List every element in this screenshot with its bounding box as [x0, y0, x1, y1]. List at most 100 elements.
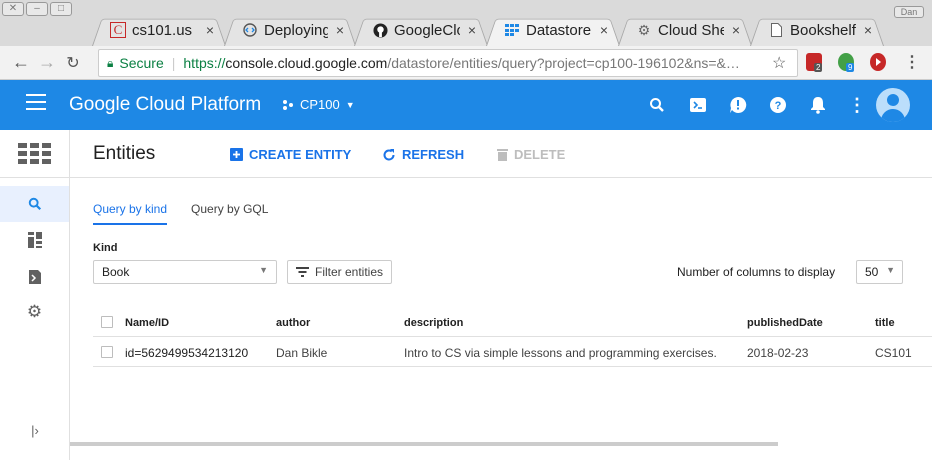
c-favicon-icon: C: [110, 22, 126, 38]
column-header-title[interactable]: title: [875, 317, 895, 329]
refresh-icon: [383, 148, 395, 160]
ext-badge: 2: [814, 63, 823, 72]
browser-tab-datastore[interactable]: Datastore ×: [486, 14, 620, 46]
play-extension-icon[interactable]: [870, 53, 886, 71]
nav-entities-search-icon[interactable]: [0, 186, 69, 222]
datastore-product-icon[interactable]: [0, 130, 69, 178]
table-row[interactable]: id=5629499534213120 Dan Bikle Intro to C…: [93, 337, 932, 367]
trash-icon: [497, 149, 508, 161]
left-nav: ⚙ |›: [0, 130, 70, 460]
page-header: Entities CREATE ENTITY REFRESH DELETE: [70, 130, 932, 178]
avatar[interactable]: [876, 88, 910, 122]
page-title: Entities: [93, 143, 156, 164]
column-header-name-id[interactable]: Name/ID: [125, 317, 169, 329]
tab-close-icon[interactable]: ×: [600, 22, 608, 38]
browser-toolbar: ← → ↻ 🔒︎ Secure | https:// console.cloud…: [0, 46, 932, 80]
kind-label: Kind: [93, 242, 118, 254]
help-icon[interactable]: ?: [768, 95, 788, 115]
bookmark-star-icon[interactable]: ☆: [772, 53, 786, 73]
tab-label: cs101.us: [132, 21, 193, 39]
create-entity-button[interactable]: CREATE ENTITY: [230, 147, 351, 162]
hamburger-menu-icon[interactable]: [26, 94, 46, 115]
tab-close-icon[interactable]: ×: [732, 22, 740, 38]
tab-close-icon[interactable]: ×: [336, 22, 344, 38]
project-selector[interactable]: CP100 ▼: [282, 97, 355, 112]
cell-title: CS101: [875, 346, 912, 360]
window-minimize-button[interactable]: –: [26, 2, 48, 16]
filter-icon: [296, 267, 309, 277]
table-header-row: Name/ID author description publishedDate…: [93, 307, 932, 337]
green-extension-icon[interactable]: 9: [838, 53, 855, 72]
cell-description: Intro to CS via simple lessons and progr…: [404, 346, 717, 360]
cell-name-id[interactable]: id=5629499534213120: [125, 346, 248, 360]
browser-tab-cloud-shell[interactable]: ⚙ Cloud She ×: [618, 14, 752, 46]
nav-dashboard-icon[interactable]: [0, 222, 69, 258]
window-controls: ✕ – □: [2, 2, 72, 16]
reload-icon[interactable]: ↻: [60, 53, 86, 73]
nav-settings-gear-icon[interactable]: ⚙: [0, 294, 69, 330]
row-checkbox[interactable]: [101, 346, 113, 358]
window-maximize-button[interactable]: □: [50, 2, 72, 16]
entities-table: Name/ID author description publishedDate…: [93, 307, 932, 367]
kind-value: Book: [102, 265, 130, 279]
more-vert-icon[interactable]: ⋮: [847, 95, 867, 115]
filter-entities-label: Filter entities: [315, 265, 384, 279]
search-icon[interactable]: [647, 95, 667, 115]
tab-close-icon[interactable]: ×: [468, 22, 476, 38]
tab-label: Cloud She: [658, 21, 724, 39]
dropdown-caret-icon: ▼: [259, 265, 268, 275]
column-header-published-date[interactable]: publishedDate: [747, 317, 823, 329]
code-favicon-icon: [242, 22, 258, 38]
cloud-shell-icon[interactable]: [688, 95, 708, 115]
nav-indexes-icon[interactable]: [0, 258, 69, 294]
select-all-checkbox[interactable]: [101, 316, 113, 328]
browser-tab-bookshelf[interactable]: Bookshelf ×: [750, 14, 884, 46]
omnibox-divider: |: [171, 55, 176, 71]
browser-tab-strip: ✕ – □ C cs101.us × Deploying × GoogleClo…: [0, 0, 932, 46]
url-host: console.cloud.google.com: [225, 55, 388, 71]
app-title[interactable]: Google Cloud Platform: [69, 94, 261, 116]
github-icon: [372, 22, 388, 38]
refresh-button[interactable]: REFRESH: [382, 147, 464, 162]
ext-badge: 9: [846, 63, 855, 72]
delete-label: DELETE: [514, 147, 566, 162]
filter-entities-button[interactable]: Filter entities: [287, 260, 393, 284]
column-header-description[interactable]: description: [404, 317, 463, 329]
page-icon: [768, 22, 784, 38]
url-protocol: https://: [183, 55, 226, 71]
tab-label: GoogleClo: [394, 21, 460, 39]
columns-to-display-select[interactable]: 50 ▼: [856, 260, 903, 284]
datastore-favicon-icon: [504, 22, 520, 38]
secure-label: Secure: [119, 55, 164, 71]
browser-tab-deploying[interactable]: Deploying ×: [224, 14, 356, 46]
tab-label: Datastore: [526, 21, 592, 39]
address-bar[interactable]: 🔒︎ Secure | https:// console.cloud.googl…: [98, 49, 798, 77]
feedback-icon[interactable]: [728, 95, 748, 115]
gear-favicon-icon: ⚙: [637, 21, 651, 38]
project-name: CP100: [300, 97, 340, 112]
window-close-button[interactable]: ✕: [2, 2, 24, 16]
refresh-label: REFRESH: [402, 147, 465, 162]
svg-text:?: ?: [775, 100, 782, 112]
kind-select[interactable]: Book ▼: [93, 260, 277, 284]
tab-query-by-gql[interactable]: Query by GQL: [191, 202, 268, 225]
ublock-extension-icon[interactable]: 2: [806, 53, 823, 72]
browser-tab-github[interactable]: GoogleClo ×: [354, 14, 488, 46]
notifications-bell-icon[interactable]: [808, 95, 828, 115]
back-arrow-icon[interactable]: ←: [8, 52, 34, 73]
horizontal-scrollbar[interactable]: [70, 442, 778, 446]
column-header-author[interactable]: author: [276, 317, 310, 329]
profile-button[interactable]: Dan: [894, 6, 924, 18]
cell-author: Dan Bikle: [276, 346, 328, 360]
tab-close-icon[interactable]: ×: [206, 22, 214, 38]
create-entity-label: CREATE ENTITY: [249, 147, 352, 162]
browser-menu-icon[interactable]: ⋮: [904, 52, 920, 72]
expand-nav-icon[interactable]: |›: [0, 412, 70, 448]
tab-query-by-kind[interactable]: Query by kind: [93, 202, 168, 225]
forward-arrow-icon[interactable]: →: [34, 52, 60, 73]
query-tabs: Query by kind Query by GQL: [93, 202, 268, 225]
delete-button[interactable]: DELETE: [497, 147, 565, 162]
tab-close-icon[interactable]: ×: [864, 22, 872, 38]
browser-tab-cs101[interactable]: C cs101.us ×: [92, 14, 226, 46]
chevron-down-icon: ▼: [345, 99, 355, 110]
